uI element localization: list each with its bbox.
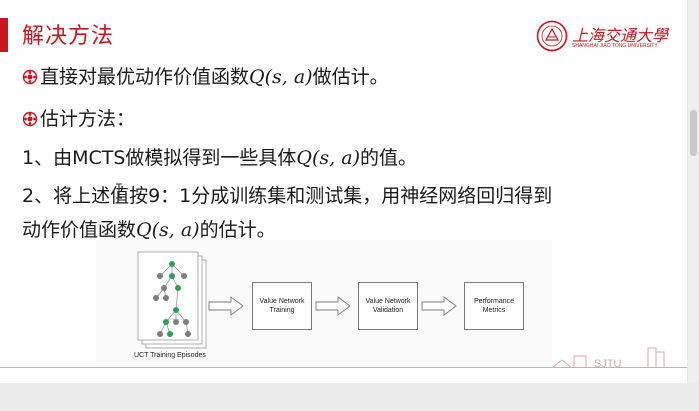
campus-skyline-icon: SJTU <box>552 347 665 370</box>
title-accent-bar <box>0 18 8 52</box>
slide-canvas: 解决方法 上海交通大學 SHANGHAI JIAO TONG UNIVERSIT… <box>0 0 687 383</box>
line-3-math: Q(s, a) <box>296 147 360 169</box>
line-1-suffix: 做估计。 <box>312 66 389 88</box>
bullet-flower-icon <box>22 69 38 85</box>
bullet-flower-icon <box>22 111 38 127</box>
scrollbar-thumb[interactable] <box>690 110 697 156</box>
line-1-text: 直接对最优动作价值函数 <box>40 66 250 88</box>
text-cursor-icon <box>116 183 122 199</box>
line-1-math: Q(s, a) <box>249 66 313 88</box>
bullet-line-1: 直接对最优动作价值函数Q(s, a)做估计。 <box>22 62 389 89</box>
line-5-math: Q(s, a) <box>136 219 200 241</box>
line-3-suffix: 的值。 <box>359 147 417 169</box>
slide-title: 解决方法 <box>22 24 115 49</box>
footer-brand: SJTU <box>594 358 622 370</box>
line-3-text: 1、由MCTS做模拟得到一些具体 <box>22 147 297 169</box>
step-line-1: 1、由MCTS做模拟得到一些具体Q(s, a)的值。 <box>22 143 417 170</box>
performance-metrics-box: Performance Metrics <box>464 282 524 330</box>
step-line-2: 2、将上述值按9：1分成训练集和测试集，用神经网络回归得到 <box>22 181 552 208</box>
pipeline-diagram: Value Network Training Value Network Valid… <box>96 240 552 366</box>
logo-english-name: SHANGHAI JIAO TONG UNIVERSITY <box>572 43 658 49</box>
line-5-text: 动作价值函数 <box>22 219 137 241</box>
sjtu-seal-icon <box>536 20 568 52</box>
diagram-caption: UCT Training Episodes <box>134 352 206 359</box>
value-network-validation-box: Value Network Validation <box>358 282 418 330</box>
line-4-text: 2、将上述值按9：1分成训练集和测试集，用神经网络回归得到 <box>22 185 553 207</box>
line-5-suffix: 的估计。 <box>199 219 276 241</box>
arrow-right-icon <box>208 296 457 316</box>
line-2-text: 估计方法： <box>40 108 136 130</box>
step-line-2-continued: 动作价值函数Q(s, a)的估计。 <box>22 215 276 242</box>
value-network-training-box: Value Network Training <box>252 282 312 330</box>
viewer-bottom-bar <box>0 383 699 411</box>
university-logo: 上海交通大學 SHANGHAI JIAO TONG UNIVERSITY <box>536 20 668 56</box>
bullet-line-2: 估计方法： <box>22 104 135 131</box>
vertical-scrollbar[interactable] <box>688 0 699 383</box>
